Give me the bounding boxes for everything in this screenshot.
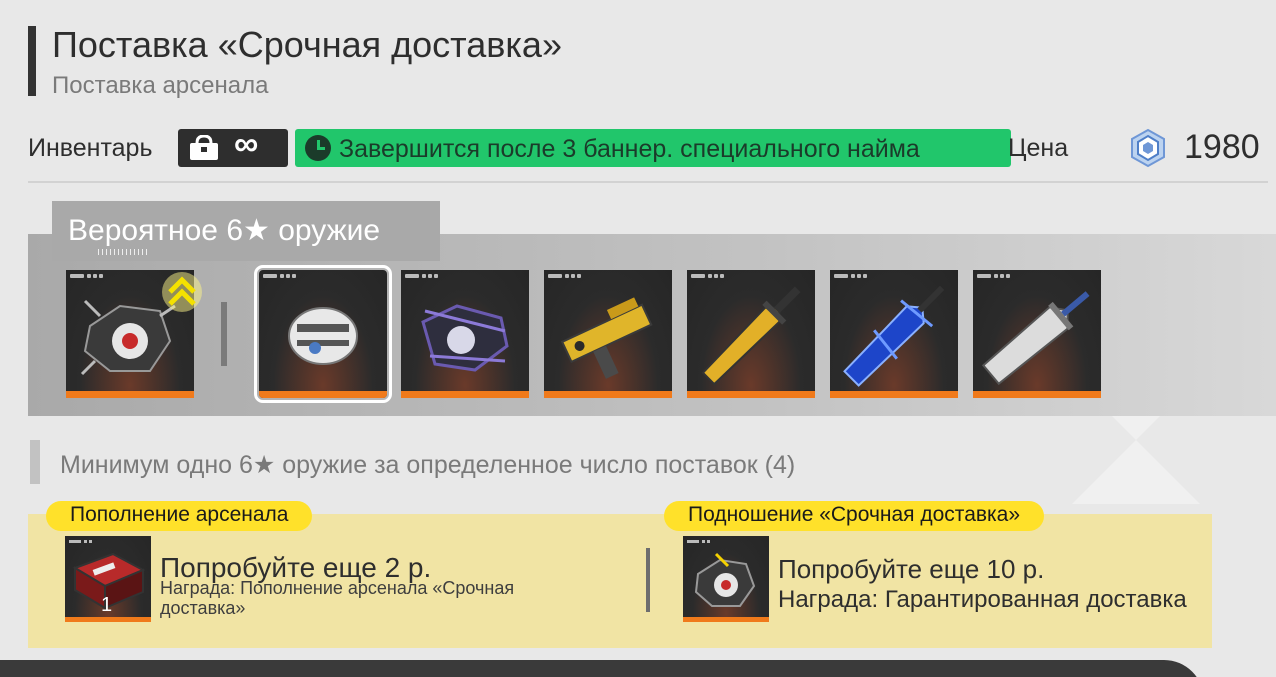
reward-left-pill: Пополнение арсенала: [46, 501, 313, 531]
rarity-dots: [977, 274, 1011, 279]
card-rarity-bar: [687, 391, 815, 398]
sword-blue-icon: [843, 285, 945, 387]
card-rarity-bar: [683, 617, 769, 622]
rarity-dots: [691, 274, 725, 279]
rarity-dots: [263, 274, 297, 279]
page-subtitle: Поставка арсенала: [52, 72, 269, 99]
clock-icon: [305, 135, 331, 161]
weapon-card-2[interactable]: [401, 270, 529, 398]
reward-left-subtitle: Награда: Пополнение арсенала «Срочная до…: [160, 578, 515, 618]
timer-text: Завершится после 3 баннер. специального …: [339, 135, 920, 163]
timer-badge: Завершится после 3 баннер. специального …: [295, 129, 1011, 167]
inventory-label: Инвентарь: [28, 134, 153, 162]
weapon-card-1[interactable]: [254, 265, 392, 403]
bag-icon: [190, 135, 218, 160]
gun-yellow-icon: [560, 297, 653, 379]
page-title: Поставка «Срочная доставка»: [52, 24, 562, 65]
footer-bar: [0, 660, 1204, 677]
tab-ticks: [98, 249, 150, 255]
weapon-card-5[interactable]: [830, 270, 958, 398]
sword-silver-icon: [981, 291, 1090, 386]
weapons-tab: Вероятное 6★ оружие: [52, 201, 440, 261]
reward-left-qty: 1: [101, 594, 113, 616]
header-accent-bar: [28, 26, 36, 96]
divider: [28, 181, 1268, 183]
weapon-card-4[interactable]: [687, 270, 815, 398]
price-value: 1980: [1184, 128, 1260, 166]
reward-separator: [646, 548, 650, 612]
card-rarity-bar: [65, 617, 151, 622]
reward-right-title: Попробуйте еще 10 р.: [778, 554, 1045, 584]
weapons-tab-label: Вероятное 6★ оружие: [68, 214, 381, 247]
card-rarity-bar: [401, 391, 529, 398]
reward-right-card[interactable]: [683, 536, 769, 622]
inventory-infinite-value: ∞: [234, 125, 259, 163]
rarity-dots: [70, 274, 104, 279]
card-rarity-bar: [66, 391, 194, 398]
price-label: Цена: [1008, 134, 1069, 162]
reward-right-subtitle: Награда: Гарантированная доставка: [778, 586, 1187, 613]
rarity-dots: [834, 274, 868, 279]
inventory-row: Инвентарь ∞ Завершится после 3 баннер. с…: [28, 125, 1270, 170]
weapons-separator: [221, 302, 227, 366]
card-rarity-bar: [544, 391, 672, 398]
reward-left-card[interactable]: 1: [65, 536, 151, 622]
inventory-badge: ∞: [178, 125, 288, 167]
guarantee-accent-bar: [30, 440, 40, 484]
weapon-card-6[interactable]: [973, 270, 1101, 398]
gauntlet-purple-icon: [421, 304, 509, 372]
sword-yellow-icon: [701, 286, 801, 386]
weapon-card-3[interactable]: [544, 270, 672, 398]
rarity-dots: [405, 274, 439, 279]
card-rarity-bar: [830, 391, 958, 398]
chevron-up-icon: [162, 272, 202, 312]
card-rarity-bar: [973, 391, 1101, 398]
reward-right-pill: Подношение «Срочная доставка»: [664, 501, 1045, 531]
gauntlet-icon: [694, 552, 756, 607]
gauntlet-white-icon: [288, 307, 358, 365]
guarantee-text: Минимум одно 6★ оружие за определенное ч…: [60, 451, 796, 479]
card-rarity-bar: [259, 391, 387, 398]
rarity-dots: [548, 274, 582, 279]
currency-crystal-icon: [1131, 128, 1165, 168]
